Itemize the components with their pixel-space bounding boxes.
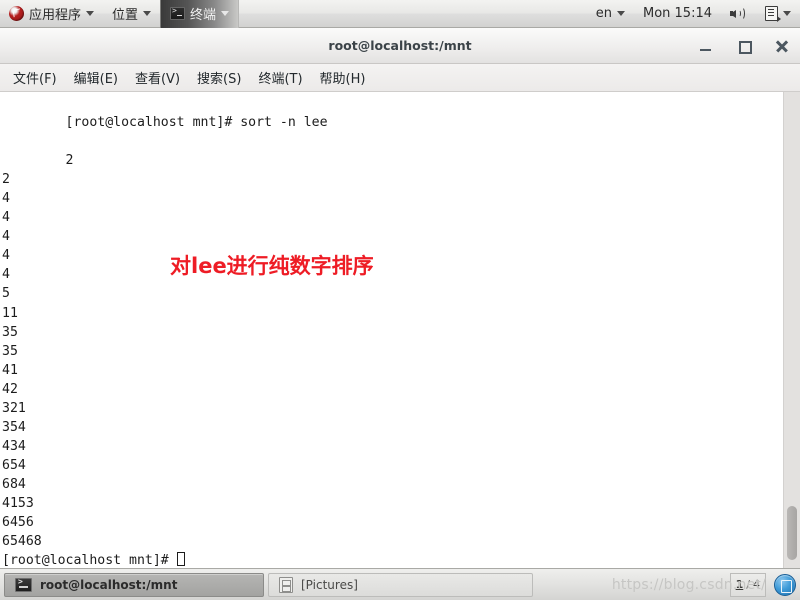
applications-menu[interactable]: 应用程序	[0, 0, 103, 28]
workspace-separator: /	[746, 578, 750, 591]
maximize-button[interactable]	[734, 36, 754, 56]
user-session-indicator[interactable]	[756, 0, 800, 28]
speaker-icon	[730, 6, 747, 21]
window-controls	[696, 28, 792, 64]
taskbar-item-pictures[interactable]: [Pictures]	[268, 572, 533, 597]
window-menu-terminal-label: 终端	[190, 8, 217, 23]
chevron-down-icon	[143, 11, 152, 16]
workspace-current: 1	[735, 578, 744, 591]
menu-help[interactable]: 帮助(H)	[313, 65, 373, 90]
chevron-down-icon	[86, 11, 95, 16]
workspace-switcher[interactable]: 1 / 4	[729, 572, 766, 597]
close-button[interactable]	[772, 36, 792, 56]
menu-file[interactable]: 文件(F)	[6, 65, 64, 90]
menu-view[interactable]: 查看(V)	[128, 65, 187, 90]
terminal-command-line: [root@localhost mnt]# sort -n lee	[65, 115, 328, 131]
file-manager-icon	[279, 576, 293, 593]
taskbar-item-terminal-label: root@localhost:/mnt	[40, 577, 178, 592]
fedora-logo-icon	[9, 6, 24, 21]
clock[interactable]: Mon 15:14	[634, 0, 721, 28]
terminal-cursor	[176, 552, 185, 567]
bottom-panel: root@localhost:/mnt [Pictures] https://b…	[0, 568, 800, 600]
chevron-down-icon	[616, 11, 625, 16]
menu-edit[interactable]: 编辑(E)	[67, 65, 125, 90]
applications-menu-label: 应用程序	[29, 8, 82, 23]
clock-label: Mon 15:14	[642, 6, 712, 21]
terminal-final-prompt: [root@localhost mnt]#	[2, 553, 177, 568]
minimize-button[interactable]	[696, 36, 716, 56]
places-menu-label: 位置	[112, 8, 139, 23]
desktop: 应用程序 位置 终端 en Mon 15:14	[0, 0, 800, 600]
annotation-text: 对lee进行纯数字排序	[170, 254, 374, 278]
volume-indicator[interactable]	[721, 0, 756, 28]
window-title: root@localhost:/mnt	[328, 38, 472, 53]
terminal-icon	[15, 577, 32, 592]
window-menu-terminal[interactable]: 终端	[160, 0, 240, 28]
taskbar-item-pictures-label: [Pictures]	[301, 577, 358, 592]
window-title-bar[interactable]: root@localhost:/mnt	[0, 28, 800, 64]
menu-bar: 文件(F) 编辑(E) 查看(V) 搜索(S) 终端(T) 帮助(H)	[0, 64, 800, 92]
terminal-icon	[170, 7, 186, 20]
top-panel: 应用程序 位置 终端 en Mon 15:14	[0, 0, 800, 28]
document-logout-icon	[765, 6, 781, 22]
keyboard-layout-indicator[interactable]: en	[587, 0, 634, 28]
show-desktop-button[interactable]	[774, 573, 796, 596]
places-menu[interactable]: 位置	[103, 0, 160, 28]
terminal-scrollbar[interactable]	[783, 92, 800, 568]
workspace-total: 4	[753, 578, 760, 591]
chevron-down-icon	[221, 11, 230, 16]
terminal-scrollbar-thumb[interactable]	[787, 506, 797, 560]
terminal-output-lines: 2 2 4 4 4 4 4 5 11 35 35 41 42 321 354 4…	[2, 153, 74, 550]
chevron-down-icon	[783, 11, 791, 16]
menu-terminal[interactable]: 终端(T)	[251, 65, 309, 90]
terminal-body[interactable]: [root@localhost mnt]# sort -n lee 2 2 4 …	[0, 92, 800, 568]
keyboard-layout-label: en	[595, 6, 612, 21]
taskbar-item-terminal[interactable]: root@localhost:/mnt	[4, 572, 264, 597]
terminal-output[interactable]: [root@localhost mnt]# sort -n lee 2 2 4 …	[0, 92, 783, 568]
terminal-window: root@localhost:/mnt 文件(F) 编辑(E) 查看(V) 搜索…	[0, 28, 800, 568]
panel-status-area: en Mon 15:14	[587, 0, 800, 28]
menu-search[interactable]: 搜索(S)	[190, 65, 248, 90]
